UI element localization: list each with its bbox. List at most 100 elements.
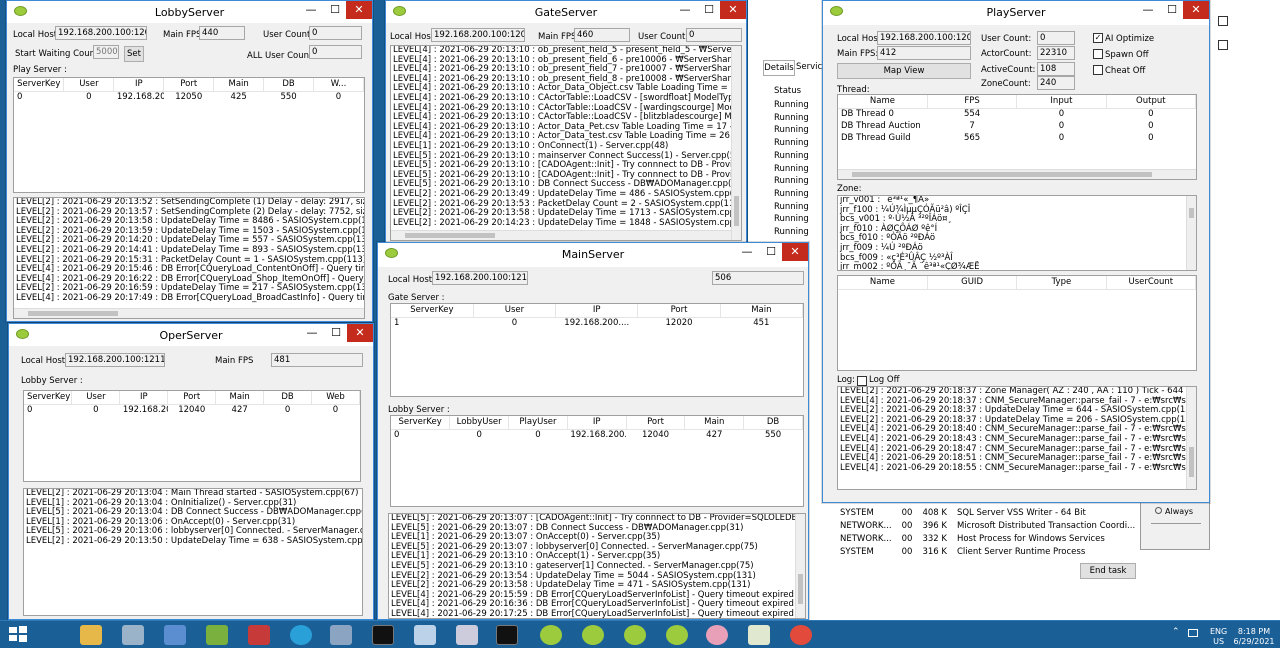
local-host-field[interactable]: 192.168.200.100:12020 [431, 28, 525, 42]
column-header[interactable]: User [71, 391, 121, 405]
column-header[interactable]: W... [313, 78, 364, 92]
column-header[interactable]: Main [684, 416, 745, 430]
table-row[interactable]: 1 0 192.168.200.... 12020 451 [391, 317, 803, 329]
column-header[interactable]: DB [263, 391, 313, 405]
column-header[interactable]: ServerKey [391, 416, 451, 430]
ai-optimize-checkbox[interactable]: ✓ [1093, 33, 1103, 43]
process-row[interactable]: SYSTEM 00 408 K SQL Server VSS Writer - 64 … [840, 506, 1145, 519]
table-row[interactable]: 0 0 192.168.200.... 12040 427 0 0 [24, 404, 360, 416]
network-icon[interactable] [164, 625, 186, 645]
chart-app-icon[interactable] [748, 625, 770, 645]
vertical-scrollbar[interactable] [1186, 196, 1196, 270]
server-app-icon[interactable] [706, 625, 728, 645]
server-app-icon[interactable] [666, 625, 688, 645]
table-row[interactable]: 0 0 192.168.200.... 12050 425 550 0 [14, 91, 364, 103]
title-bar[interactable]: PlayServer — ☐ ✕ [823, 1, 1209, 25]
process-row[interactable]: NETWORK... 00 332 K Host Process for Window… [840, 532, 1145, 545]
cmd-icon[interactable] [496, 625, 518, 645]
tools-icon[interactable] [206, 625, 228, 645]
column-header[interactable]: Main [213, 78, 265, 92]
column-header[interactable]: DB [263, 78, 315, 92]
slider-track[interactable] [1151, 523, 1201, 524]
column-header[interactable]: GUID [927, 276, 1018, 290]
active-count-field[interactable]: 108 [1037, 62, 1075, 76]
local-host-field[interactable]: 192.168.200.100:12110 [65, 353, 165, 367]
map-view-button[interactable]: Map View [837, 63, 971, 79]
process-row[interactable]: NETWORK... 00 396 K Microsoft Distributed T… [840, 519, 1145, 532]
column-header[interactable]: ServerKey [24, 391, 73, 405]
server-app-icon[interactable] [624, 625, 646, 645]
column-header[interactable]: UserCount [1106, 276, 1196, 290]
actor-count-field[interactable]: 22310 [1037, 46, 1075, 60]
fps-field[interactable]: 506 [712, 271, 804, 285]
maximize-icon[interactable]: ☐ [760, 243, 782, 261]
title-bar[interactable]: LobbyServer — ☐ ✕ [7, 1, 372, 23]
column-header[interactable]: IP [567, 416, 627, 430]
column-header[interactable]: Main [720, 304, 803, 318]
column-header[interactable]: Main [215, 391, 265, 405]
main-fps-field[interactable]: 481 [271, 353, 363, 367]
file-explorer-icon[interactable] [80, 625, 102, 645]
horizontal-scrollbar[interactable] [838, 169, 1196, 179]
vertical-scrollbar[interactable] [731, 46, 741, 240]
gate-log[interactable]: LEVEL[4] : 2021-06-29 20:13:10 : ob_pres… [390, 45, 742, 241]
minimize-icon[interactable]: — [736, 243, 758, 261]
close-icon[interactable]: ✕ [720, 1, 746, 19]
title-bar[interactable]: MainServer — ☐ ✕ [378, 243, 808, 267]
server-app-icon[interactable] [582, 625, 604, 645]
cheat-off-checkbox[interactable] [1093, 65, 1103, 75]
table-row[interactable]: DB Thread 0 554 0 0 [838, 108, 1196, 120]
network-tray-icon[interactable] [1188, 629, 1198, 637]
column-header[interactable]: Port [637, 304, 721, 318]
column-header[interactable]: LobbyUser [449, 416, 510, 430]
column-header[interactable]: User [63, 78, 115, 92]
local-host-field[interactable]: 192.168.200.100:12100 [432, 271, 528, 285]
column-header[interactable]: Web [311, 391, 360, 405]
chrome-icon[interactable] [790, 625, 812, 645]
close-icon[interactable]: ✕ [347, 324, 373, 342]
minimize-icon[interactable]: — [1137, 1, 1159, 19]
main-fps-field[interactable]: 460 [574, 28, 630, 42]
vertical-scrollbar[interactable] [1186, 387, 1196, 489]
toolbox-icon[interactable] [248, 625, 270, 645]
all-user-field[interactable]: 0 [309, 45, 362, 59]
user-count-field[interactable]: 0 [1037, 31, 1075, 45]
horizontal-scrollbar[interactable] [14, 308, 364, 318]
column-header[interactable]: Port [626, 416, 686, 430]
column-header[interactable]: Input [1016, 95, 1107, 109]
column-header[interactable]: IP [119, 391, 169, 405]
close-icon[interactable]: ✕ [346, 1, 372, 19]
start-waiting-field[interactable]: 5000 [93, 45, 119, 59]
maximize-icon[interactable]: ☐ [325, 324, 347, 342]
windows-start-icon[interactable] [8, 625, 30, 645]
column-header[interactable]: Output [1106, 95, 1196, 109]
column-header[interactable]: DB [743, 416, 803, 430]
table-row[interactable]: 0 0 0 192.168.200.... 12040 427 550 [391, 429, 803, 441]
column-header[interactable]: Port [167, 391, 217, 405]
column-header[interactable]: Name [838, 95, 928, 109]
column-header[interactable]: Type [1016, 276, 1107, 290]
log-off-checkbox[interactable] [857, 376, 867, 386]
horizontal-scrollbar[interactable] [391, 230, 731, 240]
lobby-log[interactable]: LEVEL[2] : 2021-06-29 20:13:52 : SetSend… [13, 197, 365, 319]
column-header[interactable]: ServerKey [14, 78, 65, 92]
main-fps-field[interactable]: 440 [199, 26, 245, 40]
column-header[interactable]: Name [838, 276, 928, 290]
zone-count-field[interactable]: 240 [1037, 76, 1075, 90]
column-header[interactable]: User [473, 304, 557, 318]
table-row[interactable]: DB Thread Auction 7 0 0 [838, 120, 1196, 132]
column-header[interactable]: FPS [927, 95, 1018, 109]
control-panel-icon[interactable] [122, 625, 144, 645]
spawn-off-checkbox[interactable] [1093, 49, 1103, 59]
user-count-field[interactable]: 0 [686, 28, 742, 42]
column-header-status[interactable]: Status [774, 86, 801, 96]
browser-icon[interactable] [290, 625, 312, 645]
maximize-icon[interactable]: ☐ [1161, 1, 1183, 19]
minimize-icon[interactable]: — [300, 1, 322, 19]
maximize-icon[interactable]: ☐ [698, 1, 720, 19]
end-task-button[interactable]: End task [1080, 563, 1136, 579]
language-indicator[interactable]: ENG US [1210, 627, 1227, 647]
main-log[interactable]: LEVEL[5] : 2021-06-29 20:13:07 : [CADOAg… [388, 513, 806, 619]
title-bar[interactable]: OperServer — ☐ ✕ [9, 324, 373, 346]
maximize-icon[interactable]: ☐ [324, 1, 346, 19]
